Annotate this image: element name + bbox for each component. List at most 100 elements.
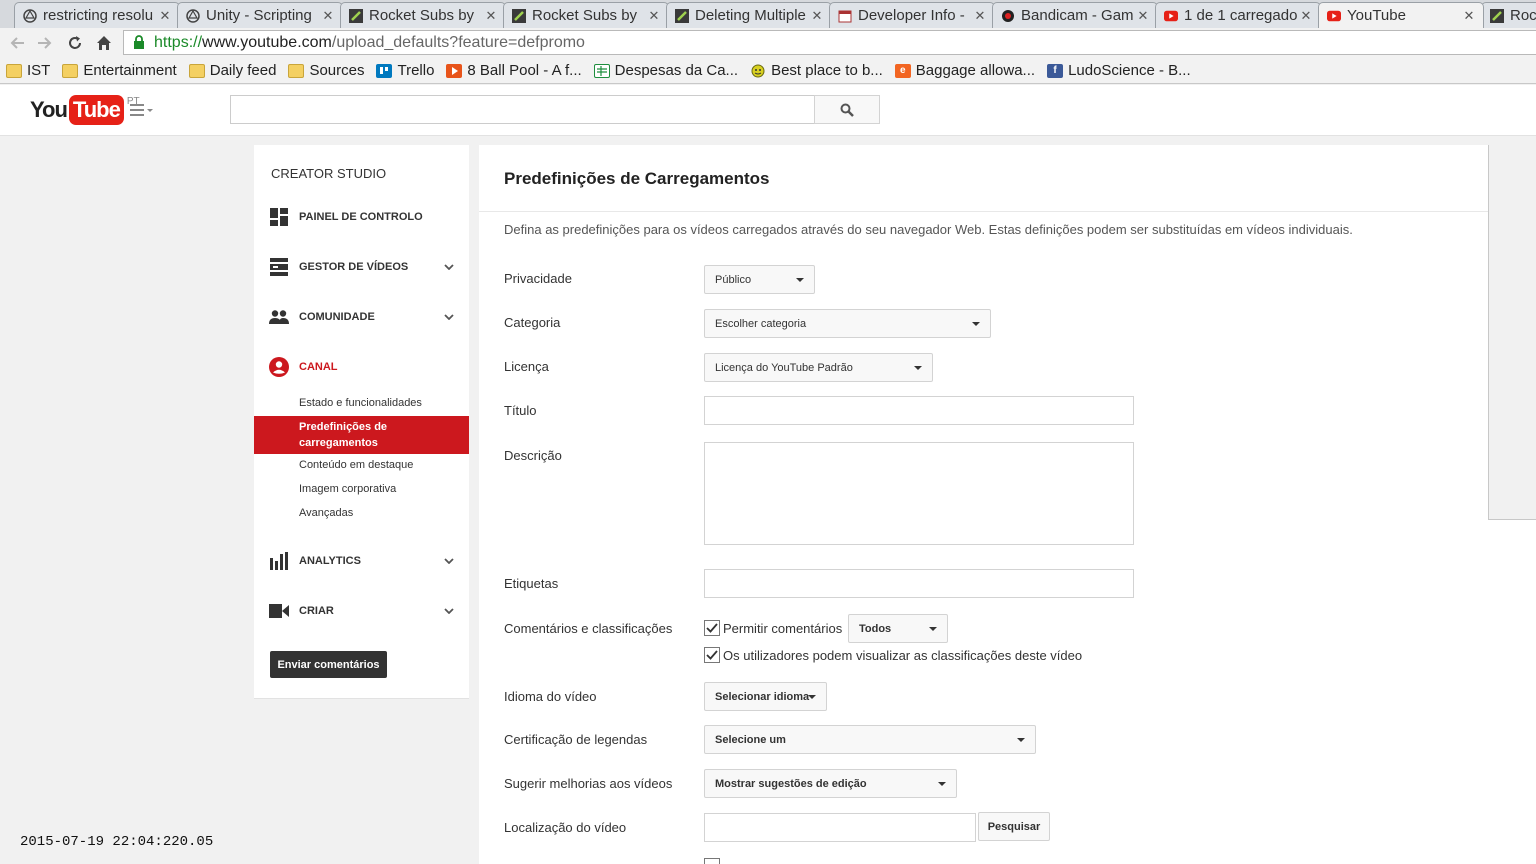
close-icon[interactable]: ✕: [1461, 8, 1477, 24]
recording-timestamp: 2015-07-19 22:04:220.05: [20, 834, 214, 850]
bookmark-entertainment[interactable]: Entertainment: [62, 62, 177, 79]
facebook-icon: f: [1047, 63, 1064, 78]
analytics-icon: [269, 551, 289, 571]
close-icon[interactable]: ✕: [809, 8, 825, 24]
bookmark-label: IST: [27, 62, 51, 79]
bookmark-ludoscience[interactable]: f LudoScience - B...: [1047, 62, 1191, 79]
caret-down-icon: [796, 278, 804, 282]
caption-cert-select[interactable]: Selecione um: [704, 725, 1036, 754]
unity-icon: [23, 8, 37, 23]
e-icon: e: [894, 63, 911, 78]
bookmark-sources[interactable]: Sources: [288, 62, 364, 79]
checkmark-icon: [706, 650, 718, 660]
tags-label: Etiquetas: [504, 576, 559, 591]
sidebar-subitem-status[interactable]: Estado e funcionalidades: [254, 394, 469, 412]
tab-title: YouTube: [1347, 7, 1406, 24]
bookmark-label: Sources: [309, 62, 365, 79]
sidebar-item-channel[interactable]: CANAL: [254, 352, 469, 382]
browser-tab-active[interactable]: YouTube ✕: [1318, 2, 1484, 28]
bookmark-8-ball-pool[interactable]: 8 Ball Pool - A f...: [446, 62, 582, 79]
sidebar-item-analytics[interactable]: ANALYTICS: [254, 546, 469, 576]
close-icon[interactable]: ✕: [646, 8, 662, 24]
bookmarks-bar: IST Entertainment Daily feed Sources Tre…: [0, 58, 1536, 84]
chevron-down-icon[interactable]: [444, 555, 454, 567]
browser-tab[interactable]: Rocket Subs by ✕: [503, 2, 669, 28]
browser-tab[interactable]: Rocket Subs by ✕: [340, 2, 506, 28]
close-icon[interactable]: ✕: [1135, 8, 1151, 24]
browser-tab[interactable]: Bandicam - Gam ✕: [992, 2, 1158, 28]
sheets-icon: [593, 63, 610, 78]
sidebar-item-video-manager[interactable]: GESTOR DE VÍDEOS: [254, 252, 469, 282]
title-label: Título: [504, 403, 537, 418]
sidebar-item-create[interactable]: CRIAR: [254, 596, 469, 626]
caret-down-icon: [972, 322, 980, 326]
youtube-logo[interactable]: You Tube PT: [30, 95, 140, 125]
allow-comments-checkbox[interactable]: [704, 620, 720, 636]
close-icon[interactable]: ✕: [483, 8, 499, 24]
bookmark-despesas[interactable]: Despesas da Ca...: [593, 62, 738, 79]
rocket-icon: [1490, 8, 1504, 23]
show-ratings-label[interactable]: Os utilizadores podem visualizar as clas…: [723, 648, 1082, 663]
location-input[interactable]: [704, 813, 976, 842]
bookmark-best-place[interactable]: Best place to b...: [750, 62, 883, 79]
show-ratings-checkbox[interactable]: [704, 647, 720, 663]
bookmark-label: 8 Ball Pool - A f...: [467, 62, 582, 79]
privacy-select[interactable]: Público: [704, 265, 815, 294]
bookmark-baggage[interactable]: e Baggage allowa...: [894, 62, 1035, 79]
chevron-down-icon[interactable]: [444, 311, 454, 323]
channel-icon: [269, 357, 289, 377]
sidebar-item-community[interactable]: COMUNIDADE: [254, 302, 469, 332]
send-feedback-button[interactable]: Enviar comentários: [270, 651, 387, 678]
category-select[interactable]: Escolher categoria: [704, 309, 991, 338]
sidebar-subitem-branding[interactable]: Imagem corporativa: [254, 480, 469, 498]
tags-input[interactable]: [704, 569, 1134, 598]
chevron-down-icon[interactable]: [444, 605, 454, 617]
sidebar-subitem-featured-content[interactable]: Conteúdo em destaque: [254, 456, 469, 474]
suggest-select[interactable]: Mostrar sugestões de edição: [704, 769, 957, 798]
chevron-down-icon[interactable]: [444, 261, 454, 273]
category-label: Categoria: [504, 315, 561, 330]
sidebar-item-label: CANAL: [299, 361, 338, 373]
back-arrow-icon[interactable]: [3, 29, 31, 57]
close-icon[interactable]: ✕: [972, 8, 988, 24]
browser-tab[interactable]: Unity - Scripting ✕: [177, 2, 343, 28]
guide-menu-button[interactable]: [130, 101, 156, 119]
home-icon[interactable]: [90, 29, 118, 57]
reload-icon[interactable]: [61, 29, 89, 57]
location-search-button[interactable]: Pesquisar: [978, 812, 1050, 841]
divider: [479, 211, 1536, 212]
language-select[interactable]: Selecionar idioma: [704, 682, 827, 711]
license-select[interactable]: Licença do YouTube Padrão: [704, 353, 933, 382]
bookmark-ist[interactable]: IST: [6, 62, 50, 79]
close-icon[interactable]: ✕: [157, 8, 173, 24]
browser-tab[interactable]: restricting resolu ✕: [14, 2, 180, 28]
suggest-value: Mostrar sugestões de edição: [715, 777, 867, 790]
sidebar-subitem-upload-defaults[interactable]: Predefinições de carregamentos: [254, 416, 469, 454]
sidebar-item-dashboard[interactable]: PAINEL DE CONTROLO: [254, 202, 469, 232]
hamburger-icon: [130, 104, 153, 116]
bookmark-trello[interactable]: Trello: [376, 62, 434, 79]
browser-tab[interactable]: Deleting Multiple ✕: [666, 2, 832, 28]
sidebar-subitem-advanced[interactable]: Avançadas: [254, 504, 469, 522]
browser-tab[interactable]: Roc: [1481, 2, 1536, 28]
allow-comments-label[interactable]: Permitir comentários: [723, 621, 842, 636]
bookmark-daily-feed[interactable]: Daily feed: [188, 62, 277, 79]
language-value: Selecionar idioma: [715, 690, 810, 703]
description-textarea[interactable]: [704, 442, 1134, 545]
comments-scope-value: Todos: [859, 622, 892, 635]
cut-off-checkbox[interactable]: [704, 858, 720, 864]
url-input[interactable]: https://www.youtube.com/upload_defaults?…: [123, 30, 1536, 55]
close-icon[interactable]: ✕: [320, 8, 336, 24]
browser-tab[interactable]: 1 de 1 carregado ✕: [1155, 2, 1321, 28]
title-input[interactable]: [704, 396, 1134, 425]
youtube-icon: [1327, 9, 1341, 23]
browser-tab[interactable]: Developer Info - ✕: [829, 2, 995, 28]
bookmark-label: Daily feed: [209, 62, 277, 79]
search-button[interactable]: [814, 95, 880, 124]
trello-icon: [376, 63, 393, 78]
license-label: Licença: [504, 359, 549, 374]
search-input[interactable]: [230, 95, 815, 124]
comments-scope-select[interactable]: Todos: [848, 614, 948, 643]
forward-arrow-icon[interactable]: [31, 29, 59, 57]
close-icon[interactable]: ✕: [1298, 8, 1314, 24]
